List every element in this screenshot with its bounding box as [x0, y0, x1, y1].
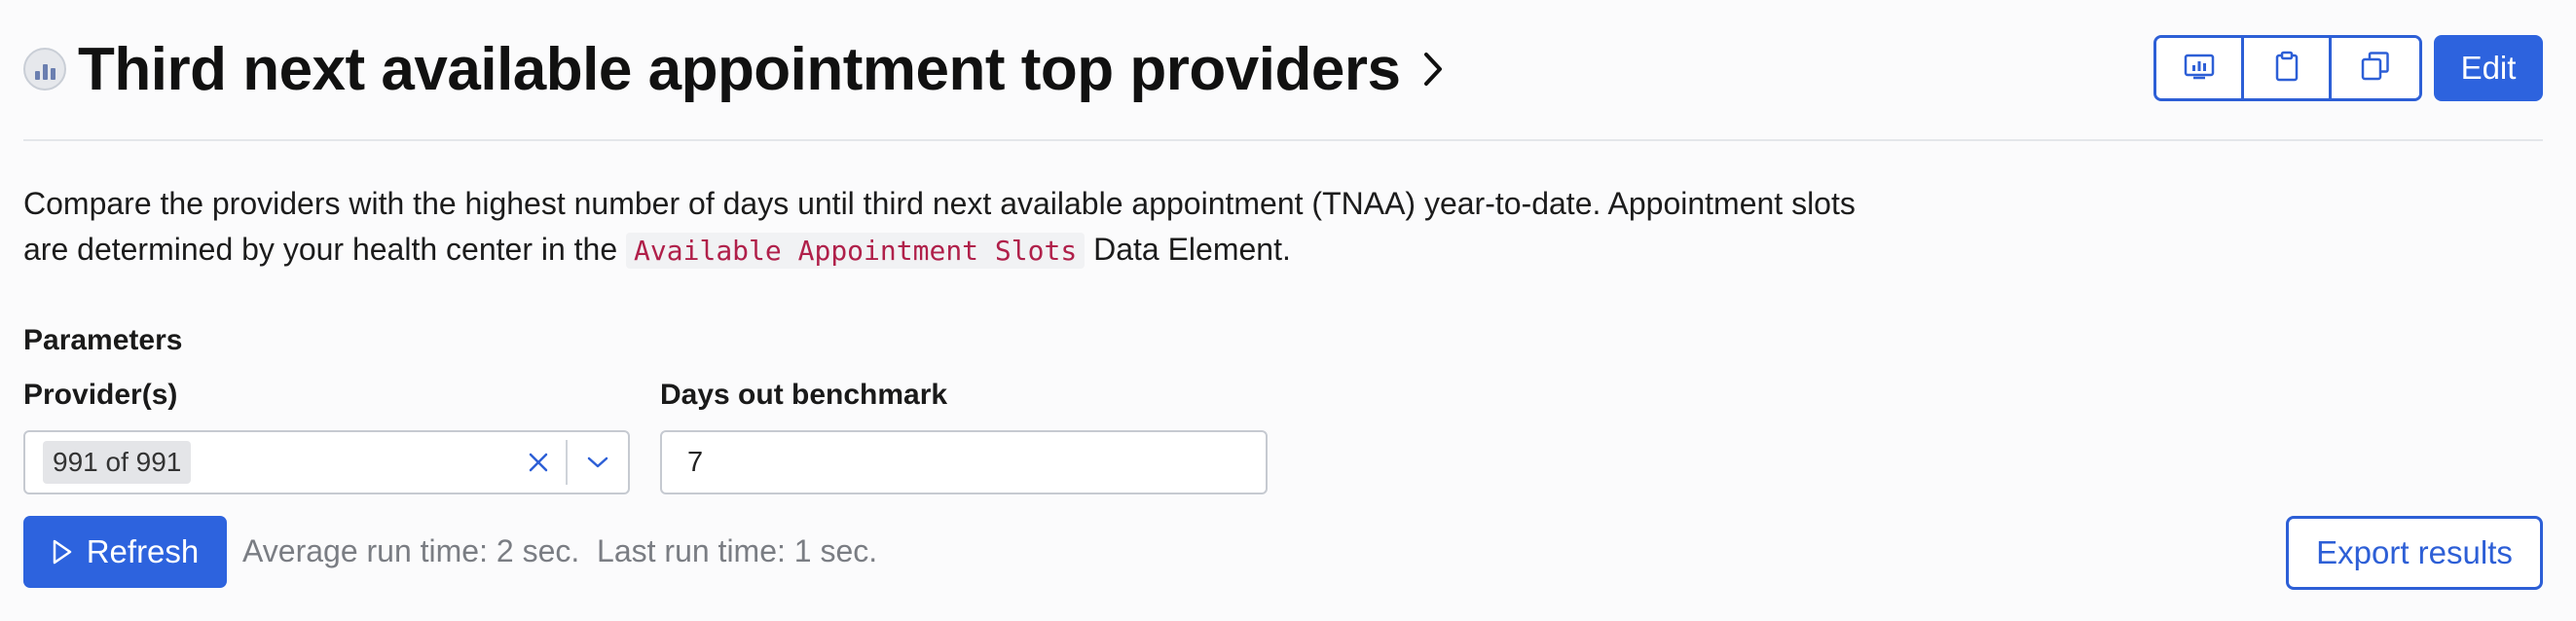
run-time-text: Average run time: 2 sec. Last run time: …	[242, 533, 878, 568]
report-description: Compare the providers with the highest n…	[23, 181, 1873, 274]
edit-button[interactable]: Edit	[2434, 35, 2543, 101]
benchmark-label: Days out benchmark	[660, 379, 948, 411]
copy-icon	[2360, 51, 2391, 87]
providers-select[interactable]: 991 of 991	[23, 430, 630, 494]
clipboard-icon	[2274, 51, 2300, 87]
close-icon[interactable]	[511, 432, 566, 493]
clipboard-button[interactable]	[2244, 38, 2332, 98]
copy-button[interactable]	[2332, 38, 2419, 98]
refresh-label: Refresh	[86, 533, 200, 569]
description-text-end: Data Element.	[1085, 232, 1291, 267]
refresh-button[interactable]: Refresh	[23, 516, 227, 588]
chevron-down-icon[interactable]	[568, 432, 628, 493]
page-header: Third next available appointment top pro…	[23, 27, 2543, 111]
chevron-right-icon[interactable]	[1421, 50, 1445, 89]
chart-icon	[23, 48, 66, 91]
data-element-name: Available Appointment Slots	[626, 233, 1086, 269]
selected-count-chip: 991 of 991	[43, 441, 192, 484]
parameters-heading: Parameters	[23, 324, 183, 356]
providers-label: Provider(s)	[23, 379, 178, 411]
toolbar-button-group	[2153, 35, 2422, 101]
header-divider	[23, 139, 2543, 141]
play-icon	[52, 538, 73, 566]
report-icon	[2184, 53, 2215, 85]
benchmark-input[interactable]	[660, 430, 1268, 494]
export-results-button[interactable]: Export results	[2286, 516, 2543, 590]
page-title: Third next available appointment top pro…	[78, 35, 1401, 103]
report-button[interactable]	[2156, 38, 2244, 98]
